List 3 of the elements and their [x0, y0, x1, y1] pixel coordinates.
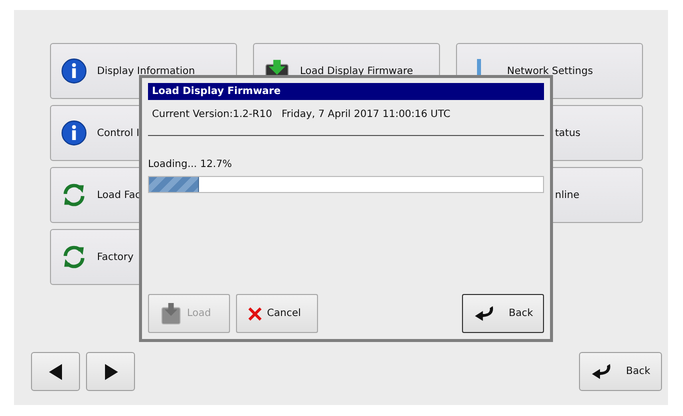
version-text: Current Version:1.2-R10 Friday, 7 April 2017 11:00:16 UTC [151, 108, 452, 120]
loading-text: Loading... 12.7% [148, 159, 233, 170]
dialog-title: Load Display Firmware [148, 83, 544, 100]
